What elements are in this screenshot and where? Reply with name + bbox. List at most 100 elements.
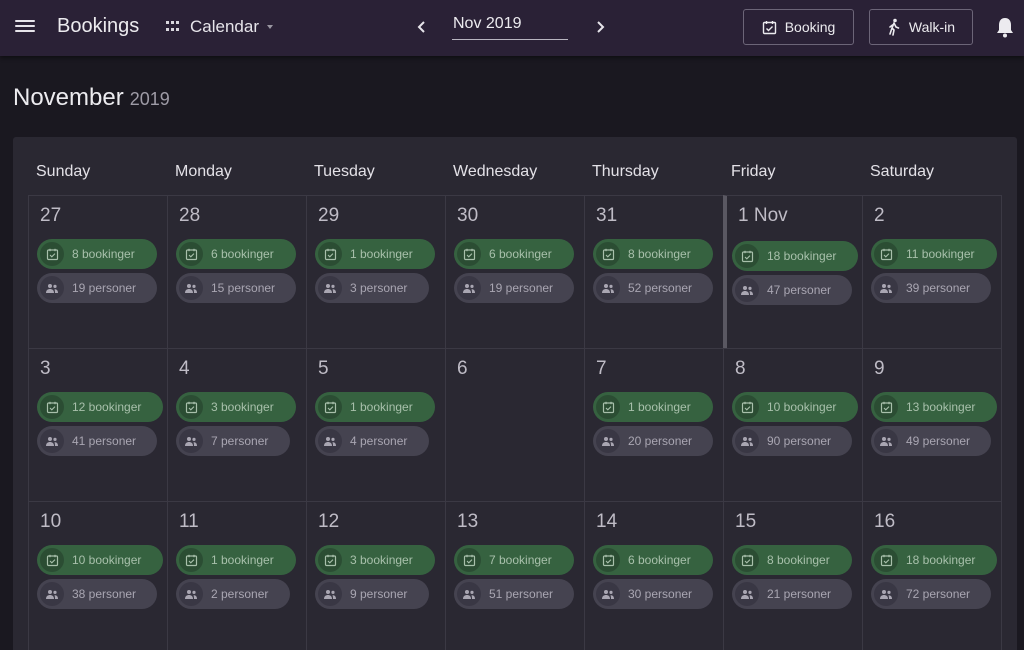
people-count: 4 personer (350, 434, 408, 448)
people-chip[interactable]: 4 personer (315, 426, 429, 456)
day-cell[interactable]: 10 10 bookinger 38 personer (28, 501, 168, 650)
bookings-chip[interactable]: 3 bookinger (315, 545, 435, 575)
people-chip[interactable]: 9 personer (315, 579, 429, 609)
bookings-count: 8 bookinger (628, 247, 691, 261)
day-cell[interactable]: 29 1 bookinger 3 personer (306, 195, 446, 349)
people-chip[interactable]: 21 personer (732, 579, 852, 609)
bookings-chip[interactable]: 13 bookinger (871, 392, 997, 422)
bookings-chip[interactable]: 12 bookinger (37, 392, 163, 422)
calendar-check-icon (735, 244, 759, 268)
people-icon (318, 276, 342, 300)
day-cell[interactable]: 13 7 bookinger 51 personer (445, 501, 585, 650)
bookings-chip[interactable]: 1 bookinger (315, 392, 435, 422)
view-switcher-label: Calendar (190, 17, 259, 36)
calendar-check-icon (874, 548, 898, 572)
day-number: 12 (318, 511, 340, 532)
bookings-chip[interactable]: 1 bookinger (593, 392, 713, 422)
bookings-chip[interactable]: 6 bookinger (593, 545, 713, 575)
bookings-count: 11 bookinger (906, 247, 975, 261)
people-chip[interactable]: 19 personer (37, 273, 157, 303)
day-number: 5 (318, 358, 329, 379)
day-cell[interactable]: 16 18 bookinger 72 personer (862, 501, 1002, 650)
people-chip[interactable]: 19 personer (454, 273, 574, 303)
day-cell[interactable]: 30 6 bookinger 19 personer (445, 195, 585, 349)
view-switcher[interactable]: Calendar (166, 17, 273, 37)
bookings-count: 12 bookinger (72, 400, 142, 414)
bookings-count: 18 bookinger (906, 553, 976, 567)
people-chip[interactable]: 20 personer (593, 426, 713, 456)
day-cell[interactable]: 5 1 bookinger 4 personer (306, 348, 446, 502)
people-chip[interactable]: 30 personer (593, 579, 713, 609)
bookings-chip[interactable]: 3 bookinger (176, 392, 296, 422)
day-number: 7 (596, 358, 607, 379)
day-number: 14 (596, 511, 618, 532)
people-chip[interactable]: 2 personer (176, 579, 290, 609)
day-cell[interactable]: 6 (445, 348, 585, 502)
people-chip[interactable]: 15 personer (176, 273, 296, 303)
day-cell[interactable]: 4 3 bookinger 7 personer (167, 348, 307, 502)
bookings-count: 1 bookinger (211, 553, 274, 567)
people-chip[interactable]: 90 personer (732, 426, 852, 456)
people-chip[interactable]: 41 personer (37, 426, 157, 456)
day-cell[interactable]: 9 13 bookinger 49 personer (862, 348, 1002, 502)
menu-icon[interactable] (13, 17, 37, 39)
day-number: 10 (40, 511, 62, 532)
day-cell[interactable]: 27 8 bookinger 19 personer (28, 195, 168, 349)
bookings-chip[interactable]: 1 bookinger (315, 239, 435, 269)
bookings-chip[interactable]: 11 bookinger (871, 239, 997, 269)
calendar-check-icon (179, 395, 203, 419)
notifications-button[interactable] (994, 15, 1016, 39)
weekday-header-6: Saturday (870, 163, 935, 180)
caret-down-icon (267, 25, 273, 29)
bookings-chip[interactable]: 8 bookinger (732, 545, 852, 575)
bookings-chip[interactable]: 1 bookinger (176, 545, 296, 575)
people-chip[interactable]: 51 personer (454, 579, 574, 609)
grid-icon (166, 21, 179, 33)
people-chip[interactable]: 49 personer (871, 426, 991, 456)
day-cell[interactable]: 2 11 bookinger 39 personer (862, 195, 1002, 349)
people-chip[interactable]: 47 personer (732, 275, 852, 305)
people-count: 19 personer (72, 281, 137, 295)
day-cell[interactable]: 3 12 bookinger 41 personer (28, 348, 168, 502)
bookings-count: 13 bookinger (906, 400, 976, 414)
walk-in-button[interactable]: Walk-in (869, 9, 973, 45)
bookings-chip[interactable]: 10 bookinger (732, 392, 858, 422)
people-count: 38 personer (72, 587, 137, 601)
people-chip[interactable]: 7 personer (176, 426, 290, 456)
bookings-chip[interactable]: 18 bookinger (732, 241, 858, 271)
bookings-chip[interactable]: 10 bookinger (37, 545, 163, 575)
bookings-chip[interactable]: 18 bookinger (871, 545, 997, 575)
people-chip[interactable]: 52 personer (593, 273, 713, 303)
prev-month-button[interactable] (410, 14, 434, 40)
bookings-chip[interactable]: 6 bookinger (454, 239, 574, 269)
next-month-button[interactable] (588, 14, 612, 40)
day-cell[interactable]: 7 1 bookinger 20 personer (584, 348, 724, 502)
weekday-header-2: Tuesday (314, 163, 375, 180)
weekday-header-1: Monday (175, 163, 232, 180)
day-cell[interactable]: 1 Nov 18 bookinger 47 personer (723, 195, 863, 349)
day-number: 6 (457, 358, 468, 379)
day-cell[interactable]: 12 3 bookinger 9 personer (306, 501, 446, 650)
people-chip[interactable]: 3 personer (315, 273, 429, 303)
people-icon (735, 582, 759, 606)
calendar-check-icon (40, 395, 64, 419)
bookings-chip[interactable]: 6 bookinger (176, 239, 296, 269)
day-cell[interactable]: 31 8 bookinger 52 personer (584, 195, 724, 349)
day-cell[interactable]: 28 6 bookinger 15 personer (167, 195, 307, 349)
people-chip[interactable]: 39 personer (871, 273, 991, 303)
people-chip[interactable]: 38 personer (37, 579, 157, 609)
people-icon (457, 582, 481, 606)
day-number: 4 (179, 358, 190, 379)
bookings-chip[interactable]: 8 bookinger (593, 239, 713, 269)
day-cell[interactable]: 15 8 bookinger 21 personer (723, 501, 863, 650)
day-cell[interactable]: 14 6 bookinger 30 personer (584, 501, 724, 650)
bookings-chip[interactable]: 7 bookinger (454, 545, 574, 575)
day-cell[interactable]: 11 1 bookinger 2 personer (167, 501, 307, 650)
people-count: 47 personer (767, 283, 832, 297)
day-cell[interactable]: 8 10 bookinger 90 personer (723, 348, 863, 502)
people-chip[interactable]: 72 personer (871, 579, 991, 609)
calendar-check-icon (874, 242, 898, 266)
bookings-chip[interactable]: 8 bookinger (37, 239, 157, 269)
new-booking-button[interactable]: Booking (743, 9, 854, 45)
month-input[interactable]: Nov 2019 (452, 12, 568, 40)
